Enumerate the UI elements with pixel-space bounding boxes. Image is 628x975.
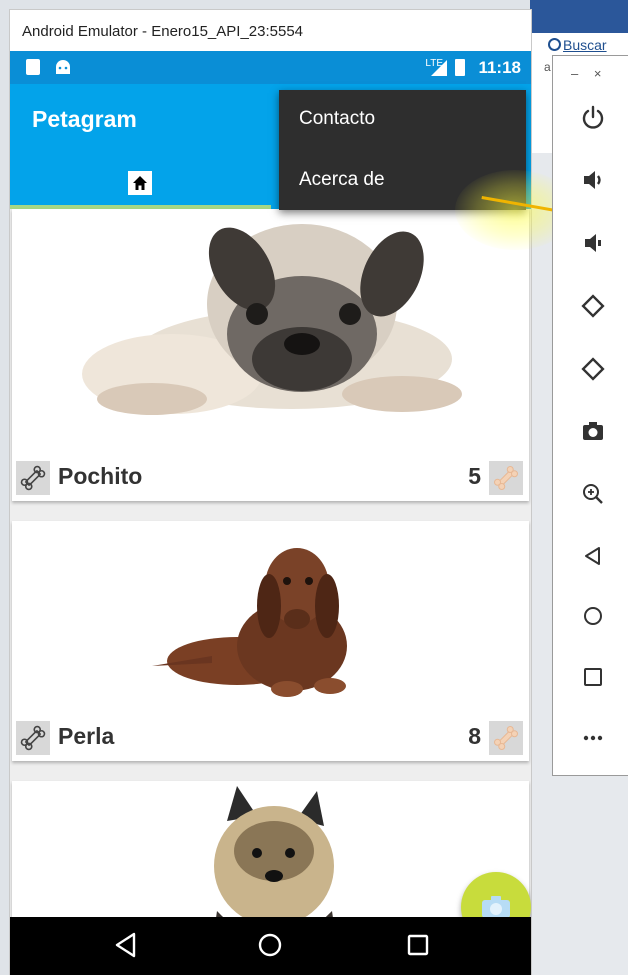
nav-back-button[interactable] bbox=[113, 931, 139, 959]
pet-name: Pochito bbox=[58, 463, 143, 489]
nav-overview-button[interactable] bbox=[405, 931, 431, 959]
volume-down-button[interactable] bbox=[579, 229, 607, 257]
android-icon bbox=[56, 60, 70, 74]
volume-up-icon bbox=[584, 171, 601, 189]
rating-badge bbox=[489, 721, 523, 755]
rating-badge bbox=[489, 461, 523, 495]
power-icon bbox=[582, 105, 604, 129]
more-button[interactable] bbox=[579, 724, 607, 752]
back-icon bbox=[585, 547, 600, 565]
screenshot-button[interactable] bbox=[579, 417, 607, 445]
power-button[interactable] bbox=[579, 103, 607, 131]
camera-icon bbox=[583, 422, 603, 440]
bone-outline-icon bbox=[20, 465, 46, 491]
clock: 11:18 bbox=[478, 58, 521, 77]
zoom-button[interactable] bbox=[579, 480, 607, 508]
menu-item-acerca-de[interactable]: Acerca de bbox=[299, 169, 385, 191]
camera-icon bbox=[482, 896, 510, 918]
desktop-search-link[interactable]: Buscar bbox=[548, 37, 607, 53]
home-button[interactable] bbox=[579, 602, 607, 630]
pet-card: Pochito 5 bbox=[12, 209, 529, 501]
nav-home-button[interactable] bbox=[256, 931, 284, 959]
like-button[interactable] bbox=[16, 461, 50, 495]
search-icon bbox=[548, 38, 561, 51]
bone-outline-icon bbox=[20, 725, 46, 751]
pet-card-footer: Perla 8 bbox=[12, 719, 529, 763]
back-button[interactable] bbox=[579, 542, 607, 570]
overview-button[interactable] bbox=[579, 663, 607, 691]
bone-filled-icon bbox=[494, 466, 518, 490]
panel-window-controls[interactable]: – × bbox=[571, 66, 607, 81]
sd-card-icon bbox=[26, 59, 40, 75]
rotate-right-icon bbox=[581, 357, 605, 381]
battery-icon bbox=[455, 59, 465, 76]
status-bar: LTE 11:18 bbox=[10, 51, 531, 84]
pet-card: Perla 8 bbox=[12, 521, 529, 761]
home-icon bbox=[133, 176, 147, 190]
like-button[interactable] bbox=[16, 721, 50, 755]
pet-photo-pug bbox=[12, 209, 529, 457]
volume-down-icon bbox=[585, 234, 601, 252]
more-icon bbox=[583, 735, 603, 741]
home-icon bbox=[584, 607, 602, 625]
menu-item-contacto[interactable]: Contacto bbox=[299, 108, 375, 130]
window-titlebar[interactable]: Android Emulator - Enero15_API_23:5554 bbox=[10, 10, 531, 52]
android-screen: LTE 11:18 Petagram Pochito 5 Perla 8 Con… bbox=[10, 51, 531, 975]
rotate-right-button[interactable] bbox=[579, 355, 607, 383]
rotate-left-button[interactable] bbox=[579, 292, 607, 320]
window-title: Android Emulator - Enero15_API_23:5554 bbox=[22, 23, 304, 40]
zoom-icon bbox=[583, 484, 603, 504]
android-nav-bar bbox=[10, 917, 531, 975]
pet-list[interactable]: Pochito 5 Perla 8 bbox=[10, 209, 531, 975]
rotate-left-icon bbox=[581, 294, 605, 318]
pet-card-footer: Pochito 5 bbox=[12, 457, 529, 501]
signal-icon bbox=[431, 60, 447, 76]
emulator-controls-panel: – × bbox=[552, 55, 628, 776]
desktop-ribbon bbox=[530, 0, 628, 33]
volume-up-button[interactable] bbox=[579, 166, 607, 194]
pet-likes-count: 8 bbox=[468, 723, 481, 749]
pet-name: Perla bbox=[58, 723, 115, 749]
pet-photo-dachshund bbox=[12, 521, 529, 721]
overview-icon bbox=[584, 668, 602, 686]
desktop-search-label: Buscar bbox=[563, 37, 607, 53]
desktop-side-letter: a bbox=[544, 60, 551, 74]
app-title: Petagram bbox=[32, 106, 137, 132]
tab-home[interactable] bbox=[128, 171, 152, 195]
pet-likes-count: 5 bbox=[468, 463, 481, 489]
bone-filled-icon bbox=[494, 726, 518, 750]
